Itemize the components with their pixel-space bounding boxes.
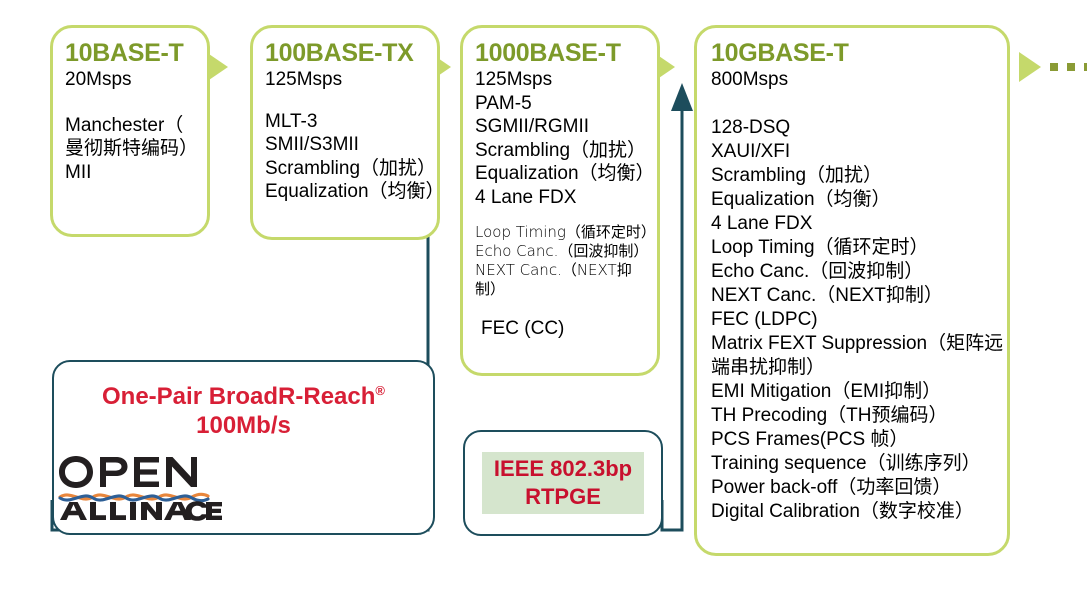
open-alliance-logo [58, 456, 222, 521]
feature-line: PCS Frames(PCS 帧） [711, 429, 909, 450]
feature-line: Training sequence（训练序列） [711, 453, 981, 474]
broadr-reach-speed: 100Mb/s [196, 412, 291, 439]
broadr-reach-title: One-Pair BroadR-Reach® [54, 376, 433, 412]
ieee-standard-box: IEEE 802.3bp RTPGE [463, 430, 663, 536]
feature-line: FEC (LDPC) [711, 309, 818, 330]
feature-line: Equalization（均衡） [711, 189, 891, 210]
feature-line: Scrambling（加扰） [475, 139, 647, 161]
generation-box-100base-tx: 100BASE-TX 125Msps MLT-3 SMII/S3MII Scra… [250, 25, 445, 240]
feature-line: PAM-5 [475, 92, 532, 114]
generation-box-10gbase-t: 10GBASE-T 800Msps 128-DSQ XAUI/XFI Scram… [694, 25, 1010, 556]
feature-line: SGMII/RGMII [475, 116, 589, 137]
generation-title: 10BASE-T [65, 39, 184, 67]
feature-line: EMI Mitigation（EMI抑制） [711, 381, 942, 402]
small-feature-line: NEXT Canc.（NEXT抑制） [475, 261, 632, 298]
feature-line: Manchester（ [65, 114, 184, 136]
ellipsis-dot [1050, 63, 1058, 71]
ellipsis-dot [1067, 63, 1075, 71]
small-feature-line: Loop Timing（循环定时） [475, 223, 656, 241]
generation-box-1000base-t: 1000BASE-T 125Msps PAM-5 SGMII/RGMII Scr… [460, 25, 660, 376]
feature-line: Scrambling（加扰） [265, 157, 437, 179]
feature-line: 128-DSQ [711, 117, 791, 138]
generation-rate: 125Msps [475, 69, 553, 90]
generation-rate: 800Msps [711, 69, 789, 90]
ieee-highlight-panel: IEEE 802.3bp RTPGE [482, 452, 644, 514]
feature-line: Scrambling（加扰） [711, 165, 883, 186]
diagram-canvas: 10BASE-T 20Msps Manchester（ 曼彻斯特编码） MII … [0, 0, 1087, 595]
broadr-reach-box: One-Pair BroadR-Reach® 100Mb/s [52, 360, 435, 535]
feature-line: NEXT Canc.（NEXT抑制） [711, 285, 943, 306]
feature-line: MII [65, 161, 92, 183]
generation-title: 100BASE-TX [265, 39, 414, 67]
continuation-ellipsis [1050, 63, 1087, 71]
feature-line: Digital Calibration（数字校准） [711, 501, 974, 522]
small-feature-line: Echo Canc.（回波抑制） [475, 242, 649, 260]
feature-line: TH Precoding（TH预编码） [711, 405, 948, 426]
generation-title: 1000BASE-T [475, 39, 621, 67]
feature-line: MLT-3 [265, 110, 318, 132]
feature-line: Loop Timing（循环定时） [711, 237, 929, 258]
generation-rate: 125Msps [265, 69, 343, 90]
secondary-feature-group: Loop Timing（循环定时） Echo Canc.（回波抑制） NEXT … [475, 223, 656, 299]
broadr-reach-title-text: One-Pair BroadR-Reach [102, 383, 376, 410]
feature-line: SMII/S3MII [265, 134, 359, 155]
fec-line: FEC (CC) [481, 318, 565, 339]
feature-line: 曼彻斯特编码） [65, 138, 199, 159]
feature-line: Power back-off（功率回馈） [711, 477, 952, 498]
feature-line: Equalization（均衡） [475, 163, 655, 184]
registered-mark: ® [375, 383, 385, 398]
chevron-arrow-4 [1019, 52, 1041, 82]
feature-line: Equalization（均衡） [265, 181, 445, 202]
feature-line: 端串扰抑制） [711, 357, 826, 378]
feature-line: 4 Lane FDX [475, 186, 577, 208]
feature-line: 4 Lane FDX [711, 213, 813, 234]
generation-title: 10GBASE-T [711, 39, 849, 67]
generation-box-10base-t: 10BASE-T 20Msps Manchester（ 曼彻斯特编码） MII [50, 25, 210, 237]
feature-line: XAUI/XFI [711, 141, 791, 162]
ieee-standard-name: IEEE 802.3bp [493, 456, 633, 481]
feature-line: Echo Canc.（回波抑制） [711, 261, 924, 282]
feature-line: Matrix FEXT Suppression（矩阵远 [711, 333, 1004, 354]
ieee-standard-acronym: RTPGE [525, 484, 601, 509]
generation-rate: 20Msps [65, 69, 132, 90]
